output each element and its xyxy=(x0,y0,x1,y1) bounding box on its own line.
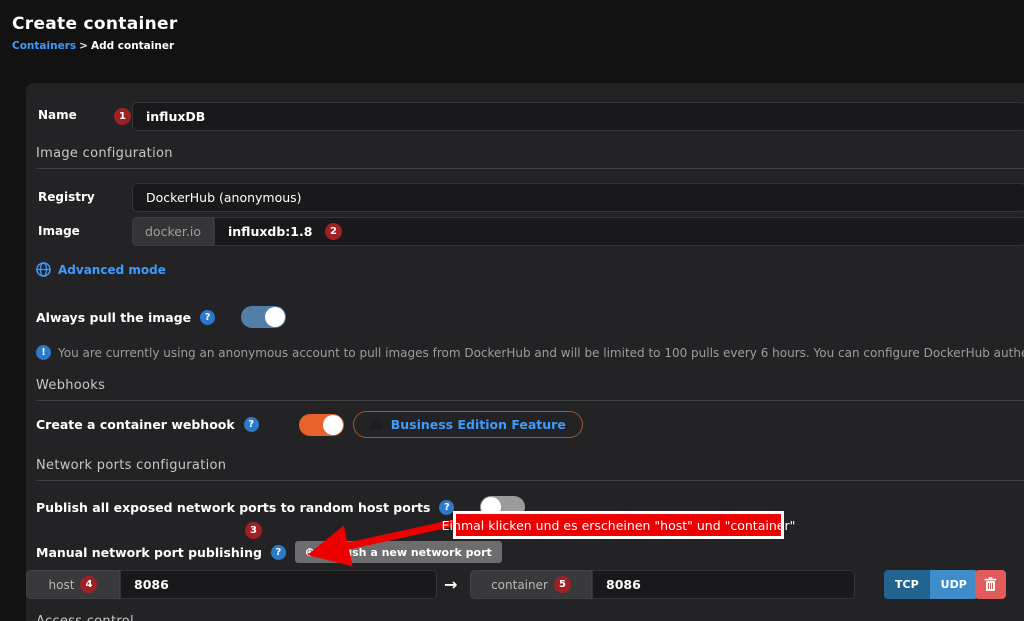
step-badge-5: 5 xyxy=(554,576,571,593)
webhook-row: Create a container webhook ? Business Ed… xyxy=(36,411,583,438)
advanced-mode-link[interactable]: Advanced mode xyxy=(36,262,166,277)
image-field: 2 xyxy=(214,217,1024,246)
breadcrumb: Containers>Add container xyxy=(12,40,174,52)
globe-icon xyxy=(36,262,51,277)
webhook-toggle[interactable] xyxy=(299,414,344,436)
host-port-input[interactable] xyxy=(121,577,436,592)
image-input[interactable] xyxy=(215,224,325,239)
container-port-input[interactable] xyxy=(593,577,854,592)
page-title: Create container xyxy=(12,14,178,34)
host-port-label: host 4 xyxy=(26,570,120,599)
annotation-callout: Einmal klicken und es erscheinen "host" … xyxy=(453,511,784,539)
step-badge-3: 3 xyxy=(245,522,262,539)
section-access-control: Access control xyxy=(36,614,1024,621)
manual-publish-label: Manual network port publishing xyxy=(36,545,262,560)
host-label-text: host xyxy=(49,578,75,592)
container-port-field xyxy=(592,570,855,599)
protocol-selector: TCP UDP xyxy=(884,570,978,599)
image-label: Image xyxy=(38,224,130,238)
udp-button[interactable]: UDP xyxy=(930,570,978,599)
registry-prefix: docker.io xyxy=(132,217,214,246)
toggle-knob xyxy=(265,307,285,327)
section-webhooks: Webhooks xyxy=(36,378,1024,401)
name-field xyxy=(132,102,1024,131)
webhook-label: Create a container webhook xyxy=(36,417,235,432)
registry-value: DockerHub (anonymous) xyxy=(133,190,1024,205)
always-pull-toggle[interactable] xyxy=(241,306,286,328)
breadcrumb-current: Add container xyxy=(91,40,174,52)
always-pull-label: Always pull the image xyxy=(36,310,191,325)
breadcrumb-separator: > xyxy=(79,40,88,52)
dockerhub-info-message: ! You are currently using an anonymous a… xyxy=(36,345,1024,360)
help-icon[interactable]: ? xyxy=(244,417,259,432)
help-icon[interactable]: ? xyxy=(271,545,286,560)
port-mapping-row: host 4 → container 5 TCP UDP xyxy=(26,570,1024,599)
toggle-knob xyxy=(323,415,343,435)
always-pull-row: Always pull the image ? xyxy=(36,306,286,328)
business-edition-label: Business Edition Feature xyxy=(391,417,566,432)
registry-label: Registry xyxy=(38,190,130,204)
section-image-configuration: Image configuration xyxy=(36,146,1024,169)
info-icon: ! xyxy=(36,345,51,360)
host-port-field xyxy=(120,570,437,599)
help-icon[interactable]: ? xyxy=(200,310,215,325)
advanced-mode-label: Advanced mode xyxy=(58,263,166,277)
create-container-form-panel: Name 1 Image configuration Registry Dock… xyxy=(26,83,1024,621)
info-text: You are currently using an anonymous acc… xyxy=(58,346,1024,360)
section-network-ports: Network ports configuration xyxy=(36,458,1024,481)
trash-icon xyxy=(984,577,997,592)
container-label-text: container xyxy=(491,578,548,592)
tcp-button[interactable]: TCP xyxy=(884,570,930,599)
arrow-right-icon: → xyxy=(444,575,457,594)
breadcrumb-containers-link[interactable]: Containers xyxy=(12,40,76,52)
step-badge-4: 4 xyxy=(80,576,97,593)
step-badge-2: 2 xyxy=(325,223,342,240)
business-edition-badge[interactable]: Business Edition Feature xyxy=(353,411,583,438)
image-field-group: docker.io 2 xyxy=(132,217,1024,246)
briefcase-icon xyxy=(370,419,383,430)
delete-port-button[interactable] xyxy=(975,570,1006,599)
create-container-page: { "header": { "title": "Create container… xyxy=(0,0,1024,621)
step-badge-1: 1 xyxy=(114,108,131,125)
container-port-label: container 5 xyxy=(470,570,592,599)
registry-select[interactable]: DockerHub (anonymous) xyxy=(132,183,1024,212)
name-input[interactable] xyxy=(133,109,1024,124)
